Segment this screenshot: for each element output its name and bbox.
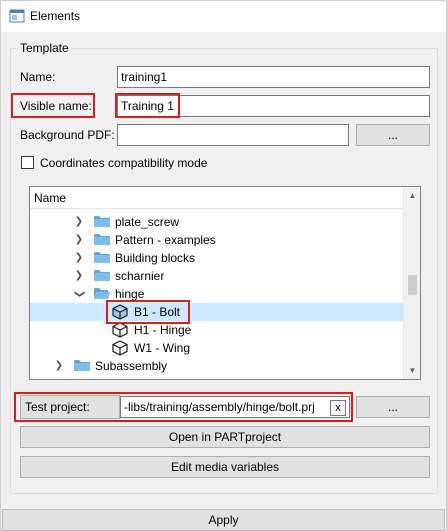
chevron-down-icon[interactable]: ❯ xyxy=(70,289,88,299)
coordinates-compat-checkbox[interactable] xyxy=(21,156,34,169)
apply-button[interactable]: Apply xyxy=(2,509,445,531)
element-tree[interactable]: Name ❯ plate_screw ❯ Pattern - examples … xyxy=(29,186,421,380)
visible-name-field[interactable]: Training 1 xyxy=(117,95,430,117)
tree-item-hinge[interactable]: ❯ hinge xyxy=(30,285,404,303)
tree-item-plate-screw[interactable]: ❯ plate_screw xyxy=(30,213,404,231)
test-project-field[interactable]: -libs/training/assembly/hinge/bolt.prj xyxy=(120,396,350,418)
app-icon xyxy=(9,9,25,23)
folder-icon xyxy=(94,252,110,263)
cube-icon xyxy=(112,304,128,320)
tree-item-b1-bolt[interactable]: B1 - Bolt xyxy=(30,303,404,321)
chevron-right-icon[interactable]: ❯ xyxy=(74,213,84,231)
elements-window: Elements Template Name: training1 Visibl… xyxy=(0,0,447,531)
tree-item-label: B1 - Bolt xyxy=(134,305,181,319)
background-pdf-browse-button[interactable]: ... xyxy=(356,124,430,146)
coordinates-compat-label: Coordinates compatibility mode xyxy=(40,156,208,170)
tree-scrollbar[interactable]: ▲ ▼ xyxy=(403,187,420,379)
visible-name-label: Visible name: xyxy=(20,99,92,113)
folder-open-icon xyxy=(94,288,110,299)
clear-icon[interactable]: x xyxy=(330,400,346,416)
scroll-up-icon[interactable]: ▲ xyxy=(404,187,420,204)
name-field[interactable]: training1 xyxy=(117,66,430,88)
tree-item-h1-hinge[interactable]: H1 - Hinge xyxy=(30,321,404,339)
cube-icon xyxy=(112,322,128,338)
tree-item-label: plate_screw xyxy=(115,215,180,229)
tree-item-pattern-examples[interactable]: ❯ Pattern - examples xyxy=(30,231,404,249)
background-pdf-field[interactable] xyxy=(117,124,349,146)
folder-icon xyxy=(94,270,110,281)
test-project-label-button[interactable]: Test project: xyxy=(20,395,120,419)
tree-item-label: H1 - Hinge xyxy=(134,323,192,337)
background-pdf-label: Background PDF: xyxy=(20,128,115,142)
scroll-thumb[interactable] xyxy=(408,275,417,295)
tree-item-label: hinge xyxy=(115,287,145,301)
name-label: Name: xyxy=(20,70,56,84)
tree-item-label: Subassembly xyxy=(95,359,168,373)
chevron-right-icon[interactable]: ❯ xyxy=(74,231,84,249)
tree-item-label: Building blocks xyxy=(115,251,196,265)
tree-item-label: W1 - Wing xyxy=(134,341,191,355)
chevron-right-icon[interactable]: ❯ xyxy=(74,267,84,285)
tree-item-label: scharnier xyxy=(115,269,165,283)
template-group-title: Template xyxy=(18,41,71,55)
tree-item-label: Pattern - examples xyxy=(115,233,216,247)
chevron-right-icon[interactable]: ❯ xyxy=(74,249,84,267)
edit-media-variables-button[interactable]: Edit media variables xyxy=(20,456,430,478)
open-in-partproject-button[interactable]: Open in PARTproject xyxy=(20,426,430,448)
tree-item-subassembly[interactable]: ❯ Subassembly xyxy=(30,357,404,375)
tree-item-scharnier[interactable]: ❯ scharnier xyxy=(30,267,404,285)
tree-item-building-blocks[interactable]: ❯ Building blocks xyxy=(30,249,404,267)
folder-icon xyxy=(94,216,110,227)
title-bar: Elements xyxy=(1,1,446,32)
scroll-down-icon[interactable]: ▼ xyxy=(404,362,420,379)
tree-header-name[interactable]: Name xyxy=(30,187,404,209)
folder-icon xyxy=(74,360,90,371)
tree-item-w1-wing[interactable]: W1 - Wing xyxy=(30,339,404,357)
folder-icon xyxy=(94,234,110,245)
cube-icon xyxy=(112,340,128,356)
window-title: Elements xyxy=(30,9,81,23)
test-project-browse-button[interactable]: ... xyxy=(356,396,430,418)
chevron-right-icon[interactable]: ❯ xyxy=(54,357,64,375)
